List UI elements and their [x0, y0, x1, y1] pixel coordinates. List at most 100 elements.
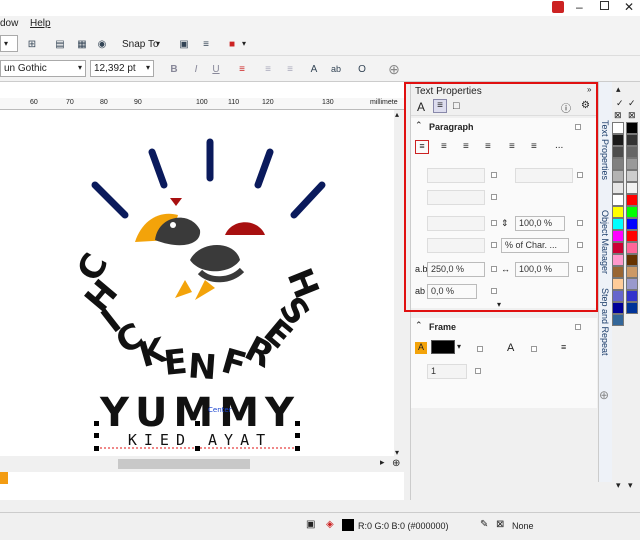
font-size-input[interactable]: 12,392 pt ▾	[90, 60, 154, 77]
color-swatch[interactable]	[626, 194, 638, 206]
chevron-right-icon[interactable]: ▸	[380, 457, 385, 468]
vertical-scrollbar[interactable]: ▴ ▾	[394, 110, 404, 457]
color-swatch[interactable]	[612, 194, 624, 206]
handle[interactable]	[295, 421, 300, 426]
color-swatch[interactable]	[626, 206, 638, 218]
color-swatch[interactable]	[626, 242, 638, 254]
color-swatch[interactable]	[612, 242, 624, 254]
bullet-list-icon[interactable]: ≡	[260, 61, 276, 77]
color-swatch[interactable]	[612, 254, 624, 266]
collapse-section-icon[interactable]: ⌃	[415, 320, 423, 331]
view-icon[interactable]: ◉	[94, 36, 110, 52]
object-dropdown[interactable]: ▾	[0, 35, 18, 52]
color-swatch[interactable]	[626, 182, 638, 194]
menu-help[interactable]: Help	[30, 18, 51, 29]
color-swatch[interactable]	[626, 254, 638, 266]
underline-icon[interactable]: U	[208, 61, 224, 77]
color-swatch[interactable]	[612, 158, 624, 170]
color-swatch[interactable]	[626, 266, 638, 278]
frame-icon[interactable]: O	[354, 61, 370, 77]
color-swatch[interactable]	[626, 302, 638, 314]
color-swatch[interactable]	[612, 278, 624, 290]
eyedropper-icon[interactable]: ✓	[616, 98, 624, 109]
text-align-icon[interactable]: ≡	[234, 61, 250, 77]
no-color-icon[interactable]: ⊠	[614, 110, 622, 121]
align-icon[interactable]: ⊞	[24, 36, 40, 52]
handle[interactable]	[94, 446, 99, 451]
guidelines-icon[interactable]: ▣	[176, 36, 192, 52]
color-swatch[interactable]	[612, 218, 624, 230]
frame-color-swatch[interactable]	[431, 340, 455, 354]
color-swatch[interactable]	[612, 314, 624, 326]
color-swatch[interactable]	[612, 230, 624, 242]
color-swatch[interactable]	[626, 134, 638, 146]
color-swatch[interactable]	[612, 146, 624, 158]
fill-color-swatch[interactable]	[342, 519, 354, 531]
columns-input[interactable]: 1	[427, 364, 467, 379]
color-swatch[interactable]	[626, 146, 638, 158]
numbered-list-icon[interactable]: ≡	[282, 61, 298, 77]
font-name-input[interactable]: un Gothic ▾	[0, 60, 86, 77]
color-swatch[interactable]	[626, 230, 638, 242]
handle[interactable]	[195, 446, 200, 451]
user-icon[interactable]	[552, 1, 564, 13]
background-color-icon[interactable]: A	[415, 342, 427, 354]
chevron-down-icon[interactable]: ▾	[628, 480, 633, 491]
add-icon[interactable]: ⊕	[599, 388, 609, 402]
minimize-icon[interactable]: –	[576, 0, 583, 14]
scroll-thumb[interactable]	[118, 459, 250, 469]
zoom-icon[interactable]: ⊕	[392, 458, 404, 470]
chevron-down-icon[interactable]: ▾	[395, 448, 399, 457]
color-swatch[interactable]	[612, 290, 624, 302]
checkbox[interactable]	[477, 346, 483, 352]
logo-artwork[interactable]: C H I C K E N F R E S H YUMMY KIED AYAT …	[60, 130, 340, 460]
launch-icon[interactable]: ■	[224, 36, 240, 52]
color-swatch[interactable]	[626, 122, 638, 134]
headline-text[interactable]: YUMMY	[99, 390, 300, 436]
chevron-down-icon[interactable]: ▾	[616, 480, 621, 491]
handle[interactable]	[295, 446, 300, 451]
color-swatch[interactable]	[626, 170, 638, 182]
horizontal-ruler[interactable]: 60 70 80 90 100 110 120 130 millimete	[0, 98, 404, 110]
object-manager-tab[interactable]: Object Manager	[600, 210, 610, 274]
checkbox[interactable]	[475, 368, 481, 374]
color-swatch[interactable]	[612, 170, 624, 182]
frame-options-icon[interactable]: ≡	[561, 342, 566, 352]
chevron-up-icon[interactable]: ▴	[395, 110, 399, 119]
snap-to-button[interactable]: Snap To	[122, 39, 159, 50]
chevron-down-icon[interactable]: ▾	[242, 39, 246, 48]
handle[interactable]	[195, 421, 200, 426]
handle[interactable]	[94, 421, 99, 426]
color-swatch[interactable]	[626, 218, 638, 230]
color-swatch[interactable]	[612, 182, 624, 194]
menu-window[interactable]: dow	[0, 18, 18, 29]
no-color-icon[interactable]: ⊠	[628, 110, 636, 121]
add-icon[interactable]: ⊕	[386, 61, 402, 77]
handle[interactable]	[94, 433, 99, 438]
no-outline-icon[interactable]: ⊠	[496, 519, 504, 530]
close-icon[interactable]: ✕	[624, 0, 634, 14]
color-swatch[interactable]	[612, 302, 624, 314]
checkbox[interactable]	[531, 346, 537, 352]
text-frame-icon[interactable]: A	[507, 342, 514, 354]
text-properties-tab[interactable]: Text Properties	[600, 120, 610, 180]
pen-icon[interactable]: ✎	[480, 519, 488, 530]
eyedropper-icon[interactable]: ✓	[628, 98, 636, 109]
italic-icon[interactable]: I	[188, 61, 204, 77]
edit-text-icon[interactable]: ab	[328, 61, 344, 77]
color-swatch[interactable]	[612, 206, 624, 218]
color-swatch[interactable]	[626, 290, 638, 302]
fill-status-icon[interactable]: ▣	[306, 519, 315, 530]
chevron-down-icon[interactable]: ▾	[457, 342, 461, 351]
horizontal-scrollbar[interactable]: ▸	[0, 456, 404, 472]
chevron-up-icon[interactable]: ▴	[616, 84, 621, 95]
grid-icon[interactable]: ▦	[74, 36, 90, 52]
fill-bucket-icon[interactable]: ◈	[326, 519, 334, 530]
page-icon[interactable]: ▤	[52, 36, 68, 52]
step-and-repeat-tab[interactable]: Step and Repeat	[600, 288, 610, 356]
page-tab[interactable]	[0, 472, 8, 484]
color-swatch[interactable]	[626, 278, 638, 290]
handle[interactable]	[295, 433, 300, 438]
bold-icon[interactable]: B	[166, 61, 182, 77]
color-swatch[interactable]	[612, 266, 624, 278]
